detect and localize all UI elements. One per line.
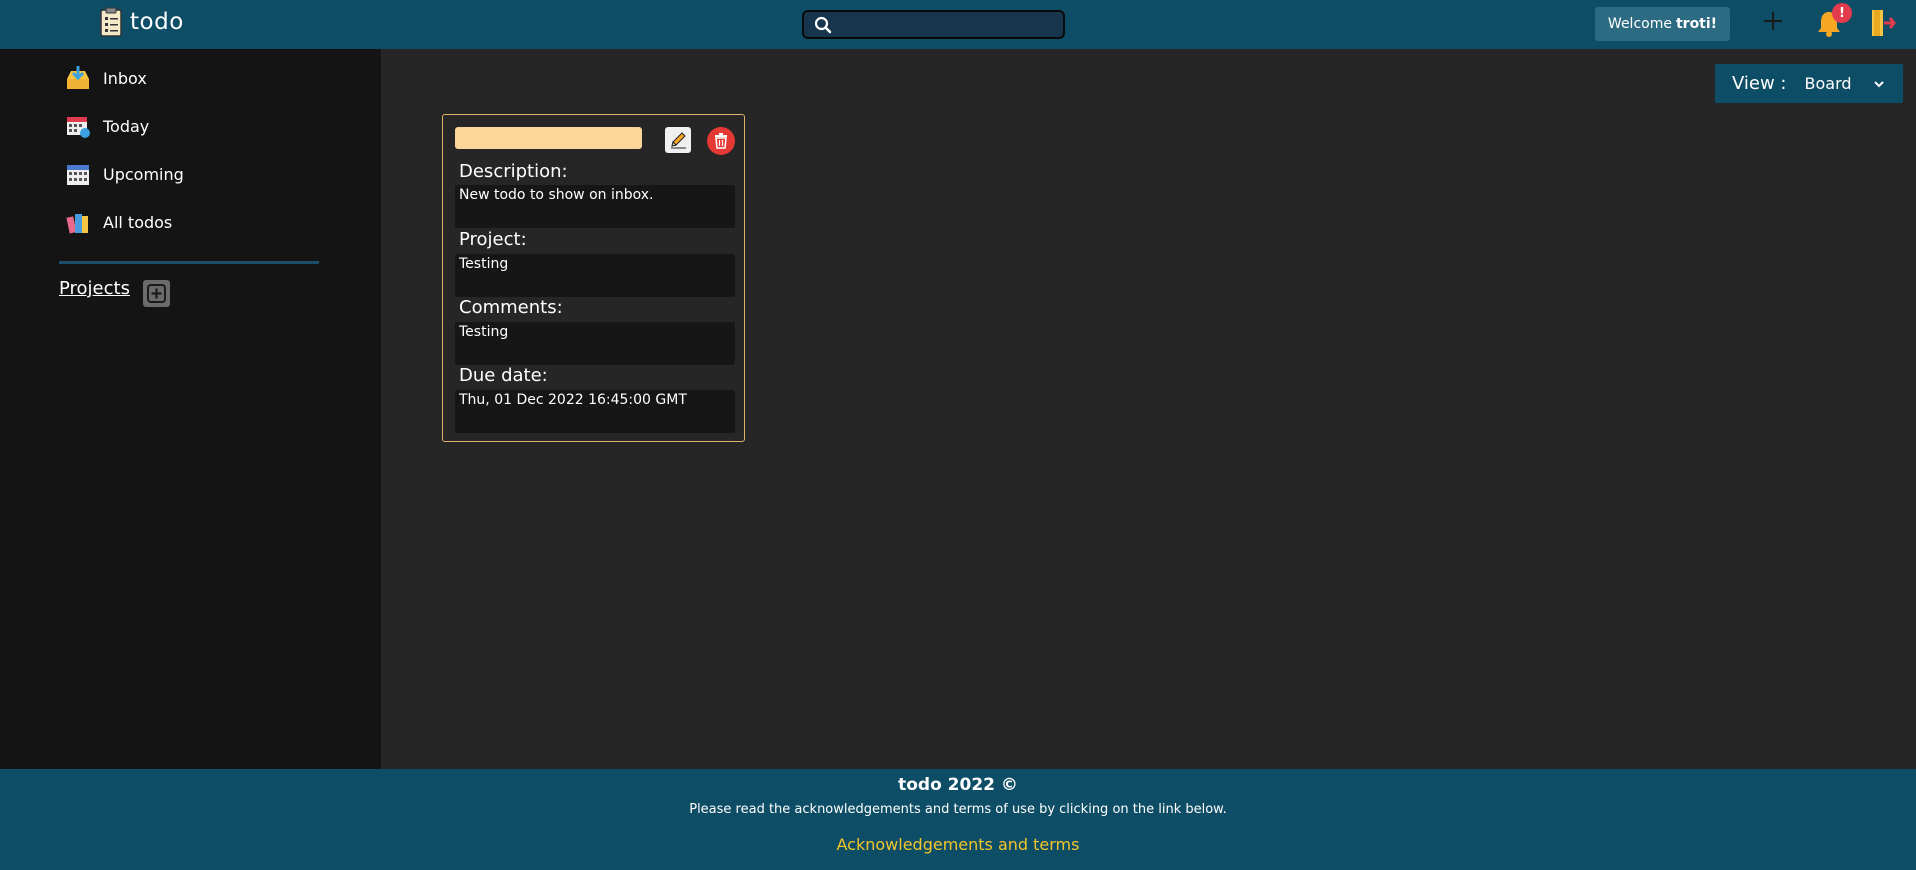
- sidebar-item-label: Inbox: [103, 68, 147, 88]
- sidebar: Inbox Today Upcoming All todos Projects: [0, 49, 381, 769]
- sidebar-item-all-todos[interactable]: All todos: [65, 209, 172, 235]
- comments-label: Comments:: [459, 297, 563, 318]
- plus-icon[interactable]: [1762, 10, 1784, 32]
- inbox-icon: [67, 66, 89, 89]
- todo-card: Description: New todo to show on inbox. …: [442, 114, 745, 442]
- welcome-prefix: Welcome: [1607, 16, 1672, 32]
- sidebar-item-inbox[interactable]: Inbox: [65, 65, 147, 91]
- chevron-down-icon: [1874, 81, 1884, 88]
- sidebar-item-today[interactable]: Today: [65, 113, 149, 139]
- description-label: Description:: [459, 161, 568, 182]
- delete-button[interactable]: [707, 127, 735, 155]
- comments-value: Testing: [455, 322, 735, 365]
- search-icon: [814, 16, 832, 34]
- calendar-upcoming-icon: [67, 165, 89, 185]
- due-date-label: Due date:: [459, 365, 548, 386]
- edit-button[interactable]: [665, 127, 691, 153]
- sidebar-divider: [59, 261, 319, 264]
- app-name: todo: [130, 9, 184, 35]
- view-selected-value: Board: [1804, 74, 1852, 93]
- books-icon: [66, 214, 88, 234]
- app-logo[interactable]: todo: [100, 7, 184, 37]
- welcome-button[interactable]: Welcome troti!: [1595, 7, 1730, 41]
- project-label: Project:: [459, 229, 527, 250]
- description-value: New todo to show on inbox.: [455, 185, 735, 228]
- add-project-button[interactable]: [143, 280, 170, 307]
- footer: todo 2022 © Please read the acknowledgem…: [0, 769, 1916, 870]
- clipboard-icon: [100, 7, 122, 37]
- sidebar-item-label: Upcoming: [103, 164, 184, 184]
- top-bar: todo Welcome troti! !: [0, 0, 1916, 49]
- logout-icon[interactable]: [1870, 8, 1896, 38]
- plus-square-icon: [147, 284, 166, 303]
- footer-title: todo 2022 ©: [898, 775, 1018, 795]
- pencil-icon: [671, 132, 686, 149]
- todo-title[interactable]: [455, 127, 642, 149]
- acknowledgements-link[interactable]: Acknowledgements and terms: [0, 835, 1916, 854]
- sidebar-item-label: Today: [103, 116, 150, 136]
- trash-icon: [715, 133, 727, 149]
- sidebar-item-upcoming[interactable]: Upcoming: [65, 161, 184, 187]
- footer-text: Please read the acknowledgements and ter…: [689, 802, 1227, 817]
- calendar-today-icon: [67, 117, 90, 138]
- projects-link[interactable]: Projects: [59, 278, 130, 299]
- view-label: View :: [1732, 73, 1787, 94]
- sidebar-item-label: All todos: [103, 212, 173, 232]
- notification-badge: !: [1832, 3, 1852, 23]
- search-input[interactable]: [802, 10, 1065, 39]
- project-value: Testing: [455, 254, 735, 297]
- welcome-username: troti!: [1675, 16, 1718, 32]
- view-select[interactable]: View : Board: [1715, 64, 1903, 103]
- due-date-value: Thu, 01 Dec 2022 16:45:00 GMT: [455, 390, 735, 433]
